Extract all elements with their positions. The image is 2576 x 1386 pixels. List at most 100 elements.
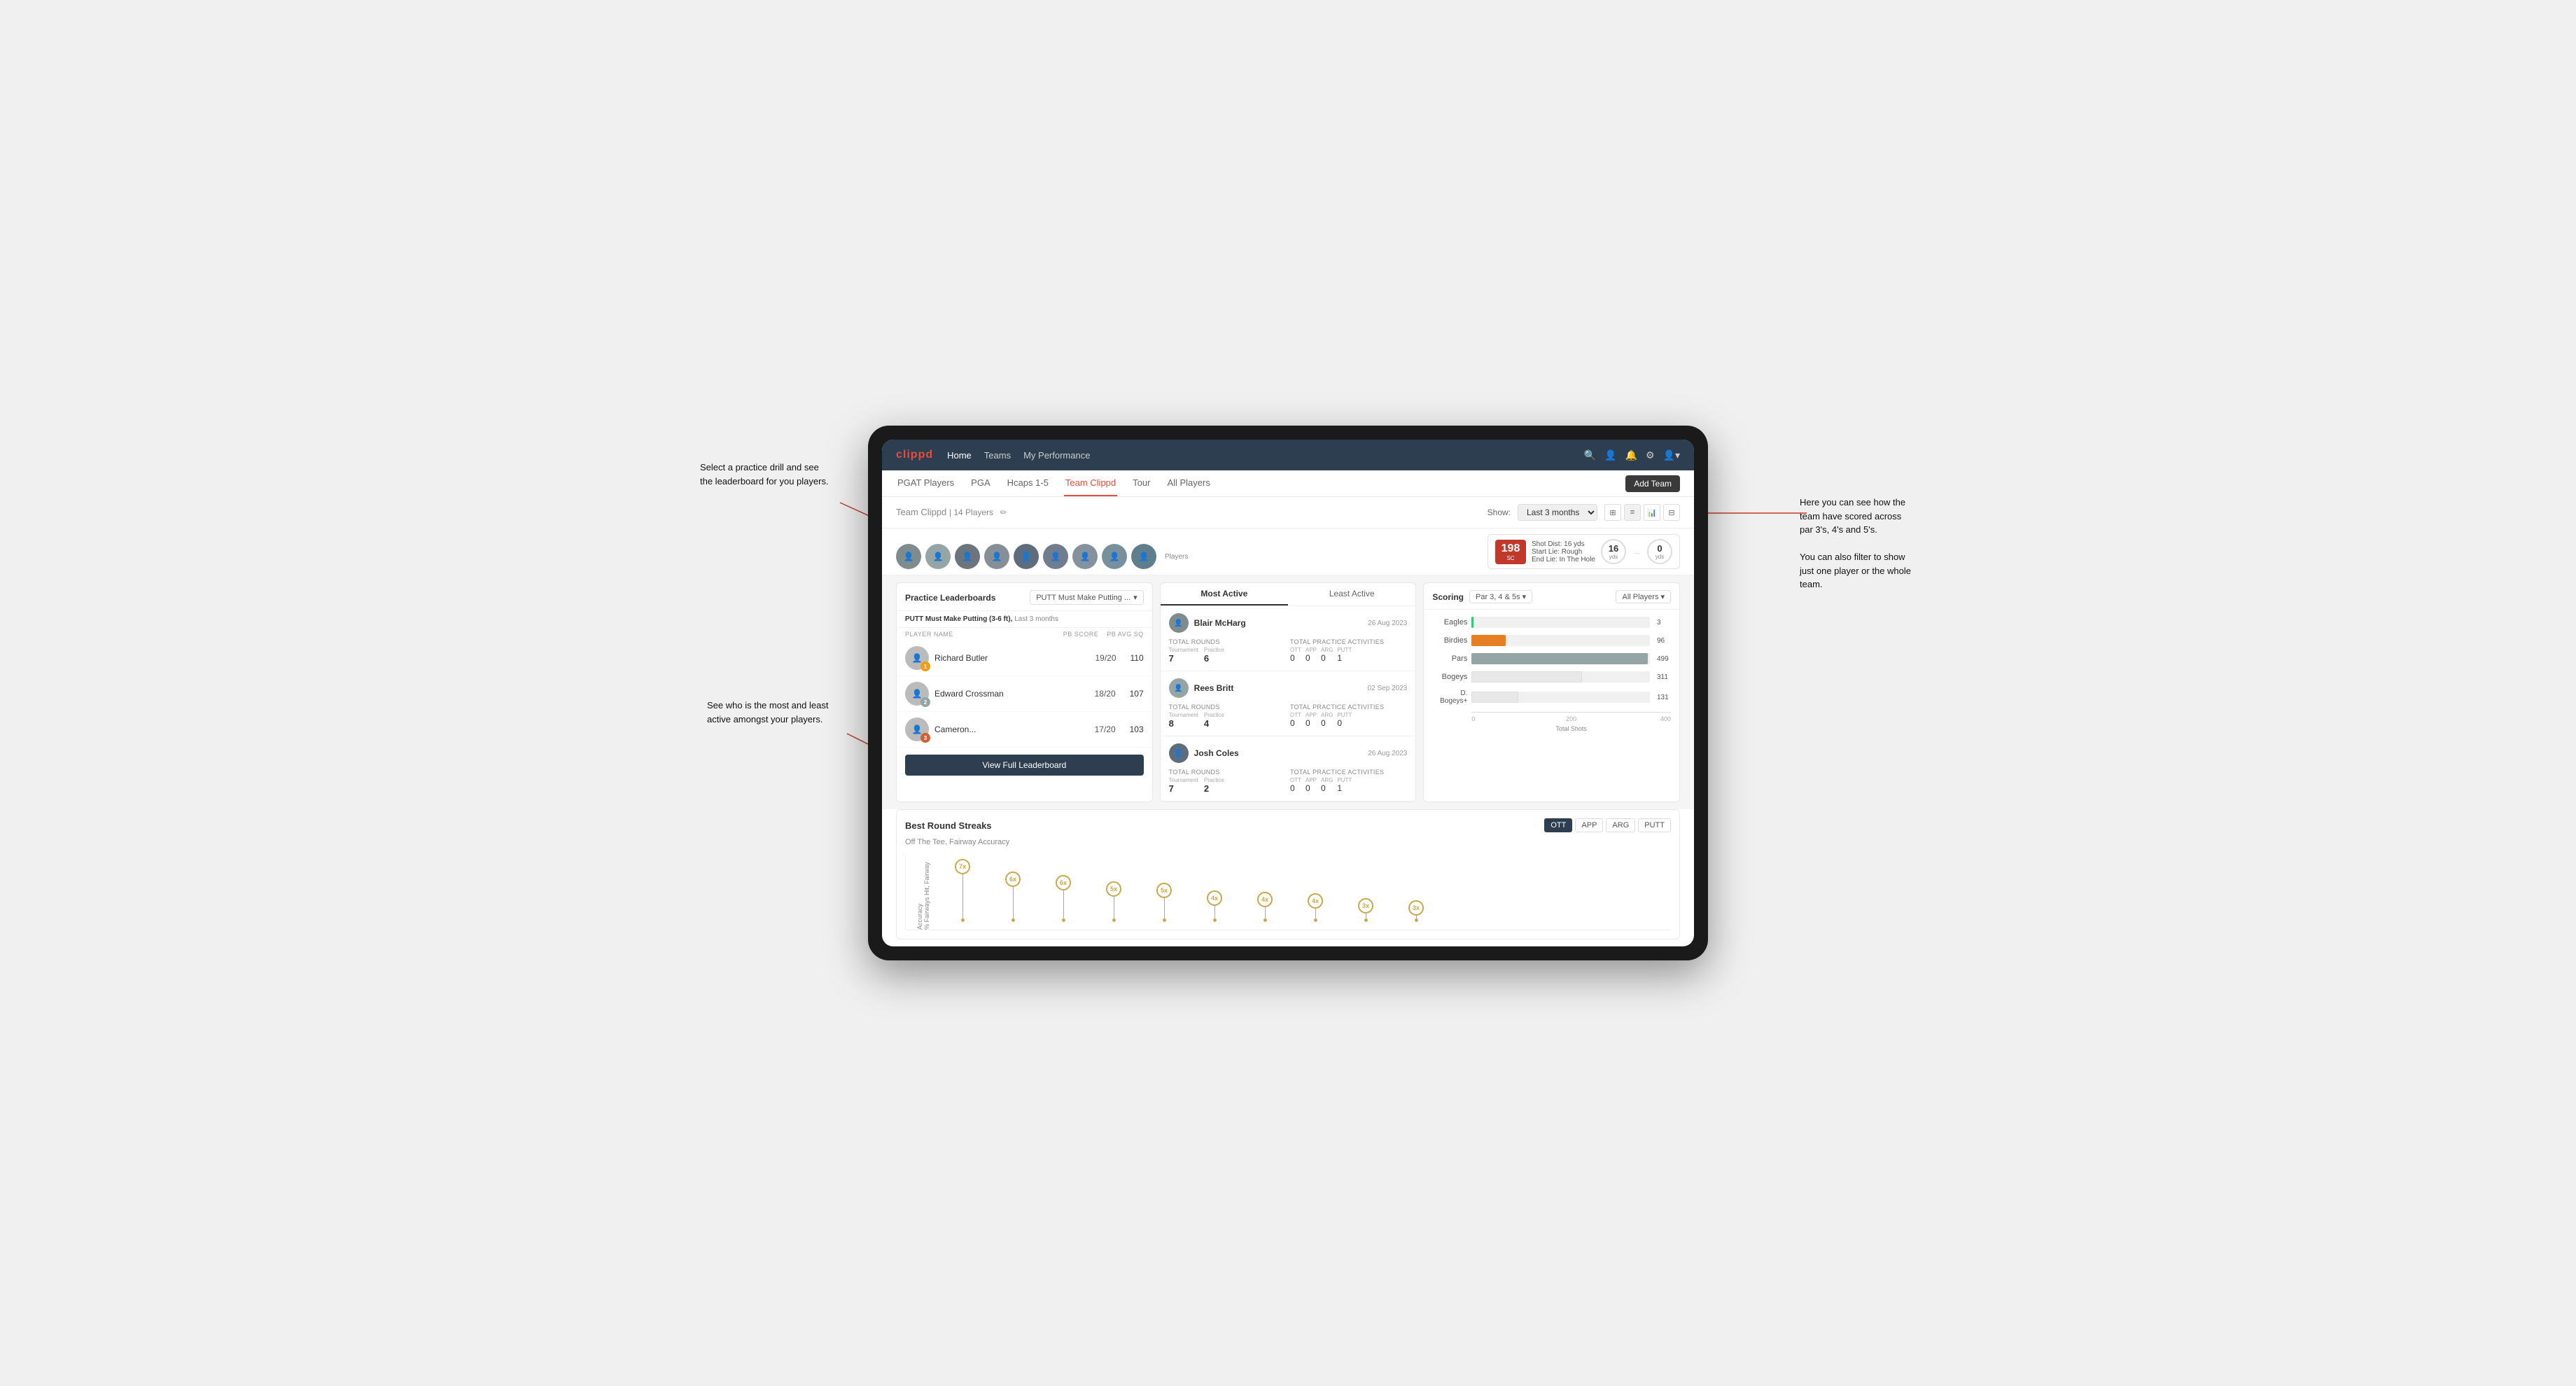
search-icon[interactable]: 🔍 bbox=[1584, 449, 1596, 461]
nav-links: Home Teams My Performance bbox=[947, 447, 1570, 463]
streak-marker-9: 3x bbox=[1358, 898, 1373, 922]
avatar-2[interactable]: 👤 bbox=[925, 544, 951, 569]
subnav-pga[interactable]: PGA bbox=[969, 470, 991, 496]
streak-line-8 bbox=[1315, 909, 1316, 918]
subnav-team-clippd[interactable]: Team Clippd bbox=[1064, 470, 1117, 496]
rank-avatar-3: 👤 3 bbox=[905, 718, 929, 741]
bar-track-dbogeys bbox=[1471, 692, 1650, 703]
subnav-all-players[interactable]: All Players bbox=[1166, 470, 1211, 496]
view-icons: ⊞ ≡ 📊 ⊟ bbox=[1604, 504, 1680, 521]
streak-circle-4: 5x bbox=[1106, 881, 1121, 897]
tab-most-active[interactable]: Most Active bbox=[1161, 583, 1288, 606]
player-score-2: 18/20 bbox=[1095, 689, 1116, 699]
streak-marker-3: 6x bbox=[1056, 875, 1071, 923]
player-date-1: 26 Aug 2023 bbox=[1368, 620, 1407, 627]
player-score-1: 19/20 bbox=[1095, 653, 1116, 663]
show-select[interactable]: Last 3 months Last 6 months Last year bbox=[1518, 504, 1597, 521]
user-avatar-icon[interactable]: 👤▾ bbox=[1663, 449, 1680, 461]
player-stats-2: Total Rounds Tournament 8 Practice 4 bbox=[1169, 704, 1408, 729]
add-team-button[interactable]: Add Team bbox=[1625, 475, 1680, 492]
player-date-3: 26 Aug 2023 bbox=[1368, 750, 1407, 757]
view-filter-icon[interactable]: ⊟ bbox=[1663, 504, 1680, 521]
active-tabs: Most Active Least Active bbox=[1161, 583, 1416, 606]
streaks-btn-app[interactable]: APP bbox=[1575, 818, 1603, 832]
streak-circle-10: 3x bbox=[1408, 900, 1424, 916]
chart-axis: 0 200 400 bbox=[1471, 712, 1671, 722]
streak-circle-9: 3x bbox=[1358, 898, 1373, 913]
table-row: 👤 3 Cameron... 17/20 103 bbox=[897, 712, 1152, 748]
bell-icon[interactable]: 🔔 bbox=[1625, 449, 1637, 461]
avatar-8[interactable]: 👤 bbox=[1102, 544, 1127, 569]
view-full-leaderboard-button[interactable]: View Full Leaderboard bbox=[905, 755, 1144, 776]
player-card-name-1: Blair McHarg bbox=[1194, 618, 1363, 628]
subnav-tour[interactable]: Tour bbox=[1131, 470, 1152, 496]
player-filter[interactable]: All Players ▾ bbox=[1616, 590, 1671, 603]
view-chart-icon[interactable]: 📊 bbox=[1644, 504, 1660, 521]
score-circle-16: 16 yds bbox=[1601, 539, 1626, 564]
show-label: Show: bbox=[1488, 507, 1511, 517]
stat-practice-activities-3: Total Practice Activities OTT 0 APP 0 bbox=[1290, 769, 1407, 794]
score-circle-0: 0 yds bbox=[1647, 539, 1672, 564]
subnav-hcaps[interactable]: Hcaps 1-5 bbox=[1006, 470, 1050, 496]
avatar-3[interactable]: 👤 bbox=[955, 544, 980, 569]
streaks-btn-ott[interactable]: OTT bbox=[1544, 818, 1572, 832]
nav-my-performance[interactable]: My Performance bbox=[1023, 447, 1090, 463]
avatars-label: Players bbox=[1165, 553, 1188, 561]
main-content: Practice Leaderboards PUTT Must Make Put… bbox=[882, 575, 1694, 809]
player-card-header-3: 👤 Josh Coles 26 Aug 2023 bbox=[1169, 743, 1408, 763]
settings-icon[interactable]: ⚙ bbox=[1646, 449, 1655, 461]
avatar-1[interactable]: 👤 bbox=[896, 544, 921, 569]
bar-bogeys: Bogeys 311 bbox=[1432, 671, 1671, 682]
team-name: Team Clippd | 14 Players ✏ bbox=[896, 507, 1007, 517]
leaderboards-title: Practice Leaderboards bbox=[905, 593, 995, 603]
edit-team-icon[interactable]: ✏ bbox=[1000, 507, 1007, 517]
nav-teams[interactable]: Teams bbox=[984, 447, 1011, 463]
player-sm-avatar-3: 👤 bbox=[1169, 743, 1189, 763]
player-name-2: Edward Crossman bbox=[934, 689, 1089, 699]
team-title-group: Team Clippd | 14 Players ✏ bbox=[896, 506, 1007, 519]
tab-least-active[interactable]: Least Active bbox=[1288, 583, 1415, 606]
bar-label-dbogeys: D. Bogeys+ bbox=[1432, 690, 1467, 705]
streak-marker-7: 4x bbox=[1257, 892, 1273, 922]
player-avg-3: 103 bbox=[1130, 724, 1144, 734]
avatar-4[interactable]: 👤 bbox=[984, 544, 1009, 569]
bar-value-eagles: 3 bbox=[1657, 619, 1671, 626]
bar-fill-eagles bbox=[1471, 617, 1474, 628]
bar-fill-bogeys bbox=[1471, 671, 1582, 682]
practice-leaderboards-panel: Practice Leaderboards PUTT Must Make Put… bbox=[896, 582, 1153, 802]
streaks-buttons: OTT APP ARG PUTT bbox=[1544, 818, 1671, 832]
bar-pars: Pars 499 bbox=[1432, 653, 1671, 664]
player-chevron-icon: ▾ bbox=[1660, 592, 1665, 601]
streaks-btn-arg[interactable]: ARG bbox=[1606, 818, 1635, 832]
y-axis-label: % Fairways Hit, Fairway Accuracy bbox=[906, 853, 941, 930]
streak-marker-2: 6x bbox=[1005, 872, 1021, 922]
avatar-7[interactable]: 👤 bbox=[1072, 544, 1098, 569]
nav-home[interactable]: Home bbox=[947, 447, 972, 463]
player-card-header-1: 👤 Blair McHarg 26 Aug 2023 bbox=[1169, 613, 1408, 633]
player-card-1: 👤 Blair McHarg 26 Aug 2023 Total Rounds … bbox=[1161, 606, 1416, 671]
person-icon[interactable]: 👤 bbox=[1604, 449, 1616, 461]
view-grid-icon[interactable]: ⊞ bbox=[1604, 504, 1621, 521]
scoring-header: Scoring Par 3, 4 & 5s ▾ All Players ▾ bbox=[1424, 583, 1679, 610]
bar-birdies: Birdies 96 bbox=[1432, 635, 1671, 646]
table-row: 👤 1 Richard Butler 19/20 110 bbox=[897, 640, 1152, 676]
streak-dot-2 bbox=[1011, 918, 1015, 922]
axis-400: 400 bbox=[1604, 715, 1671, 722]
avatar-9[interactable]: 👤 bbox=[1131, 544, 1156, 569]
bar-label-pars: Pars bbox=[1432, 654, 1467, 663]
axis-200: 200 bbox=[1538, 715, 1604, 722]
subnav-pgat[interactable]: PGAT Players bbox=[896, 470, 955, 496]
avatar-6[interactable]: 👤 bbox=[1043, 544, 1068, 569]
streaks-header: Best Round Streaks OTT APP ARG PUTT bbox=[905, 818, 1671, 832]
nav-icons: 🔍 👤 🔔 ⚙ 👤▾ bbox=[1584, 449, 1680, 461]
view-list-icon[interactable]: ≡ bbox=[1624, 504, 1641, 521]
streaks-btn-putt[interactable]: PUTT bbox=[1638, 818, 1671, 832]
leaderboards-filter[interactable]: PUTT Must Make Putting ... ▾ bbox=[1030, 590, 1143, 605]
par-filter[interactable]: Par 3, 4 & 5s ▾ bbox=[1469, 590, 1532, 603]
tablet-frame: clippd Home Teams My Performance 🔍 👤 🔔 ⚙… bbox=[868, 426, 1708, 960]
streak-circle-3: 6x bbox=[1056, 875, 1071, 890]
player-sm-avatar-2: 👤 bbox=[1169, 678, 1189, 698]
avatar-5[interactable]: 👤 bbox=[1014, 544, 1039, 569]
streak-dot-10 bbox=[1415, 918, 1418, 922]
axis-0: 0 bbox=[1471, 715, 1538, 722]
